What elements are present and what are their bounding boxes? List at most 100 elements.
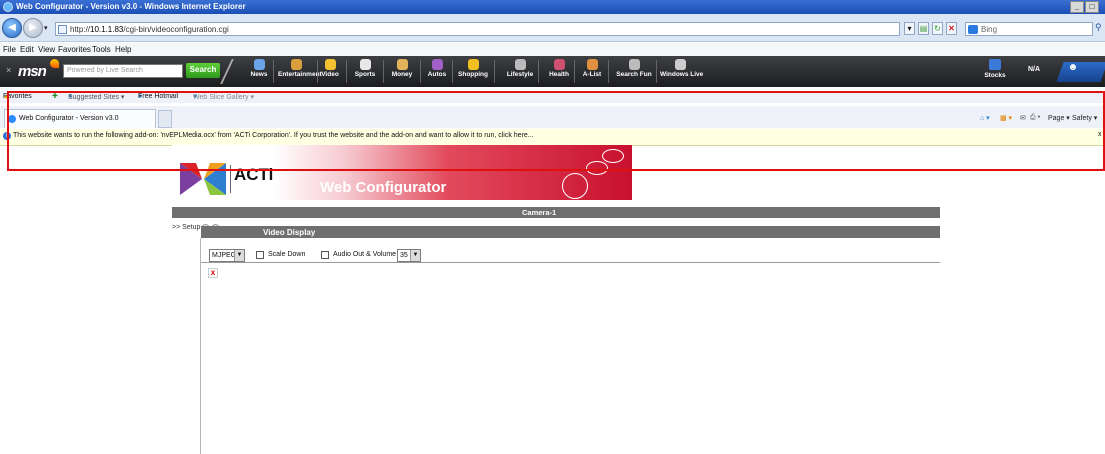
left-gutter xyxy=(172,238,201,454)
msn-tab-label: Search Fun xyxy=(616,71,652,78)
compatibility-view-icon[interactable]: ▤ xyxy=(918,22,929,35)
stocks-value: N/A xyxy=(1027,66,1041,73)
msn-tab-label: Sports xyxy=(354,71,376,78)
search-placeholder: Bing xyxy=(981,25,998,34)
user-icon: ☻ xyxy=(1067,62,1079,73)
menu-bar: File Edit View Favorites Tools Help xyxy=(0,43,1105,56)
msn-tab-separator xyxy=(452,60,453,83)
msn-tab-label: Video xyxy=(321,71,339,78)
msn-tab-video[interactable]: Video xyxy=(317,59,343,85)
msn-user-buttons[interactable]: ☻ xyxy=(1056,62,1105,82)
section-title: Video Display xyxy=(263,228,316,237)
volume-select[interactable]: 35 ▼ xyxy=(397,249,421,262)
msn-tab-label: Autos xyxy=(427,71,447,78)
msn-tab-separator xyxy=(273,60,274,83)
msn-tab-icon xyxy=(431,59,443,70)
setup-link[interactable]: >> Setup xyxy=(172,224,200,231)
video-display-header: Video Display xyxy=(201,226,940,238)
msn-tab-icon xyxy=(359,59,371,70)
msn-tab-a-list[interactable]: A-List xyxy=(579,59,605,85)
chevron-down-icon: ▼ xyxy=(234,250,244,261)
camera-label: Camera-1 xyxy=(522,208,557,217)
msn-tab-health[interactable]: Health xyxy=(547,59,571,85)
msn-tab-separator xyxy=(494,60,495,83)
msn-tab-icon xyxy=(674,59,686,70)
volume-value: 35 xyxy=(400,252,408,259)
msn-search-button[interactable]: Search xyxy=(186,63,220,78)
url-text: http://10.1.1.83/cgi-bin/videoconfigurat… xyxy=(70,25,229,34)
msn-tab-separator xyxy=(346,60,347,83)
msn-tab-icon xyxy=(586,59,598,70)
menu-file[interactable]: File xyxy=(3,45,16,54)
msn-tab-sports[interactable]: Sports xyxy=(350,59,380,85)
menu-help[interactable]: Help xyxy=(115,45,131,54)
codec-value: MJPEG xyxy=(212,252,237,259)
ie-icon xyxy=(3,2,13,12)
video-display-area: x xyxy=(201,262,940,454)
chevron-down-icon: ▼ xyxy=(410,250,420,261)
msn-tab-news[interactable]: News xyxy=(248,59,270,85)
msn-divider xyxy=(220,59,246,84)
msn-tab-search-fun[interactable]: Search Fun xyxy=(615,59,653,85)
msn-tab-icon xyxy=(553,59,565,70)
msn-tab-separator xyxy=(538,60,539,83)
msn-tab-icon xyxy=(467,59,479,70)
msn-toolbar: × msn Powered by Live Search Search News… xyxy=(0,56,1105,87)
msn-logo[interactable]: msn xyxy=(18,63,47,80)
msn-tab-icon xyxy=(396,59,408,70)
recent-pages-dropdown-icon[interactable]: ▾ xyxy=(44,24,48,32)
web-configurator-title: Web Configurator xyxy=(320,179,447,196)
msn-tab-separator xyxy=(608,60,609,83)
forward-button[interactable]: ▶ xyxy=(23,18,43,38)
highlight-box xyxy=(7,91,1105,171)
msn-tab-entertainment[interactable]: Entertainment xyxy=(278,59,322,85)
msn-tab-stocks[interactable]: Stocks xyxy=(982,59,1008,79)
refresh-icon[interactable]: ↻ xyxy=(932,22,943,35)
audio-out-checkbox[interactable] xyxy=(321,251,329,259)
menu-edit[interactable]: Edit xyxy=(20,45,34,54)
msn-search-input[interactable]: Powered by Live Search xyxy=(63,64,183,78)
camera-header-bar: Camera-1 xyxy=(172,207,940,218)
scale-down-label: Scale Down xyxy=(268,251,306,258)
scale-down-checkbox[interactable] xyxy=(256,251,264,259)
codec-select[interactable]: MJPEG ▼ xyxy=(209,249,245,262)
msn-tab-icon xyxy=(290,59,302,70)
address-dropdown-button[interactable]: ▾ xyxy=(904,22,915,35)
audio-volume-label: Audio Out & Volume xyxy=(333,251,397,258)
msn-tab-separator xyxy=(574,60,575,83)
msn-tab-label: Health xyxy=(549,71,569,78)
msn-tab-windows-live[interactable]: Windows Live xyxy=(660,59,704,85)
msn-tab-shopping[interactable]: Shopping xyxy=(455,59,491,85)
msn-tab-money[interactable]: Money xyxy=(387,59,417,85)
msn-butterfly-icon xyxy=(50,59,59,68)
page-icon xyxy=(58,25,67,34)
back-button[interactable]: ◀ xyxy=(2,18,22,38)
search-icon[interactable]: ⚲ xyxy=(1095,22,1105,36)
msn-tab-label: News xyxy=(250,71,268,78)
menu-view[interactable]: View xyxy=(38,45,55,54)
stocks-label: Stocks xyxy=(984,72,1006,79)
msn-tab-label: Windows Live xyxy=(660,71,704,78)
msn-tab-label: A-List xyxy=(582,71,602,78)
menu-tools[interactable]: Tools xyxy=(92,45,111,54)
search-field[interactable]: Bing xyxy=(965,22,1093,36)
msn-tab-autos[interactable]: Autos xyxy=(425,59,449,85)
address-field[interactable]: http://10.1.1.83/cgi-bin/videoconfigurat… xyxy=(55,22,900,36)
msn-tab-icon xyxy=(628,59,640,70)
maximize-button[interactable]: □ xyxy=(1085,1,1099,13)
broken-image-icon: x xyxy=(208,268,218,278)
minimize-button[interactable]: _ xyxy=(1070,1,1084,13)
msn-tab-label: Shopping xyxy=(458,71,488,78)
address-toolbar: ◀ ▶ ▾ http://10.1.1.83/cgi-bin/videoconf… xyxy=(0,14,1105,42)
msn-tab-separator xyxy=(656,60,657,83)
msn-tab-lifestyle[interactable]: Lifestyle xyxy=(505,59,535,85)
msn-tab-separator xyxy=(420,60,421,83)
stop-icon[interactable]: ✕ xyxy=(946,22,957,35)
menu-favorites[interactable]: Favorites xyxy=(58,45,91,54)
msn-tab-icon xyxy=(324,59,336,70)
stocks-icon xyxy=(989,59,1001,70)
msn-tab-label: Entertainment xyxy=(278,71,322,78)
msn-tab-icon xyxy=(253,59,265,70)
window-titlebar: Web Configurator - Version v3.0 - Window… xyxy=(0,0,1105,14)
close-toolbar-icon[interactable]: × xyxy=(6,65,11,75)
